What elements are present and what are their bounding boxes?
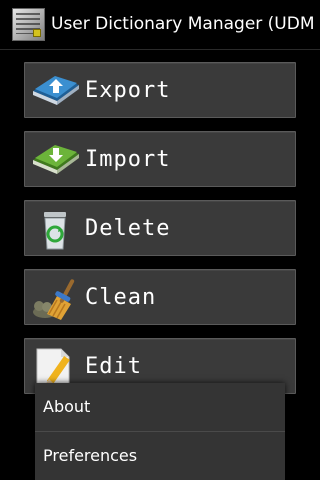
clean-label: Clean	[85, 285, 157, 310]
broom-icon	[31, 276, 81, 320]
app-title: User Dictionary Manager (UDM…	[51, 14, 313, 34]
export-label: Export	[85, 78, 171, 103]
dictionary-app-icon[interactable]	[12, 8, 45, 41]
delete-button[interactable]: Delete	[24, 200, 296, 256]
export-button[interactable]: Export	[24, 62, 296, 118]
book-import-icon	[31, 138, 81, 182]
import-label: Import	[85, 147, 171, 172]
title-bar: User Dictionary Manager (UDM…	[0, 0, 320, 50]
edit-label: Edit	[85, 354, 142, 379]
recycle-bin-icon	[31, 207, 81, 251]
options-menu: About Preferences	[35, 383, 285, 480]
menu-item-about[interactable]: About	[35, 383, 285, 431]
delete-label: Delete	[85, 216, 171, 241]
menu-item-preferences[interactable]: Preferences	[35, 432, 285, 480]
book-export-icon	[31, 69, 81, 113]
import-button[interactable]: Import	[24, 131, 296, 187]
clean-button[interactable]: Clean	[24, 269, 296, 325]
